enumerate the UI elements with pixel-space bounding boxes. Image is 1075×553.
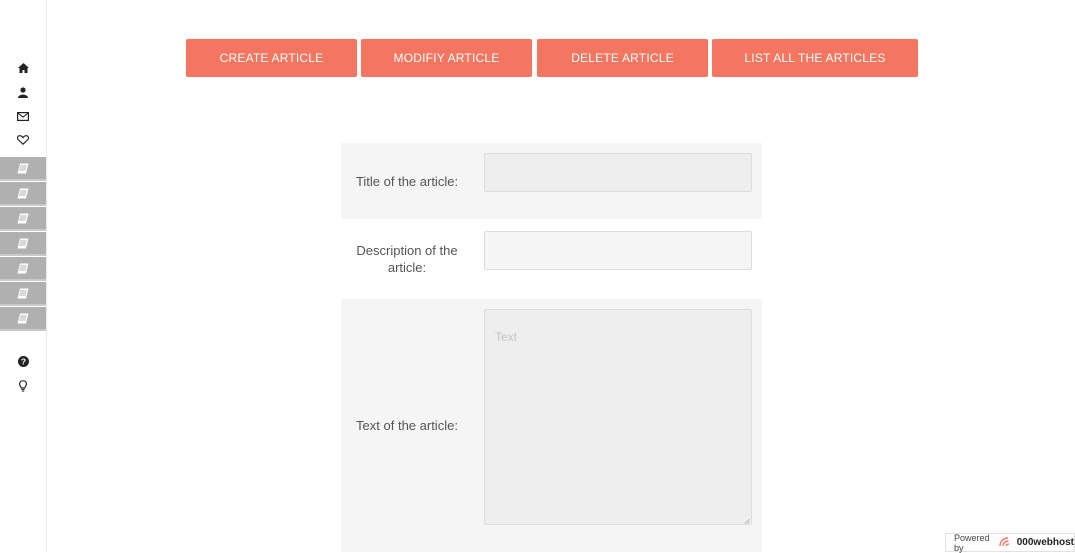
article-icon bbox=[17, 213, 29, 224]
sidebar-article-3[interactable] bbox=[0, 207, 46, 231]
description-label: Description of the article: bbox=[356, 243, 458, 275]
envelope-icon[interactable] bbox=[0, 104, 46, 128]
article-icon bbox=[17, 288, 29, 299]
modify-article-button[interactable]: MODIFIY ARTICLE bbox=[361, 39, 532, 77]
delete-article-button[interactable]: DELETE ARTICLE bbox=[537, 39, 708, 77]
description-input[interactable] bbox=[484, 231, 752, 270]
question-circle-icon[interactable]: ? bbox=[0, 349, 46, 373]
resize-handle[interactable] bbox=[744, 518, 750, 524]
article-icon bbox=[17, 163, 29, 174]
article-icon bbox=[17, 313, 29, 324]
title-label: Title of the article: bbox=[355, 173, 459, 189]
list-articles-button[interactable]: LIST ALL THE ARTICLES bbox=[712, 39, 918, 77]
sidebar-article-5[interactable] bbox=[0, 257, 46, 281]
lightbulb-icon[interactable] bbox=[0, 374, 46, 398]
text-row: Text of the article: bbox=[341, 299, 762, 552]
svg-text:?: ? bbox=[20, 356, 25, 366]
title-row: Title of the article: bbox=[341, 143, 762, 219]
text-textarea[interactable] bbox=[484, 309, 752, 525]
heart-icon[interactable] bbox=[0, 128, 46, 152]
sidebar-article-2[interactable] bbox=[0, 182, 46, 206]
text-label: Text of the article: bbox=[356, 418, 458, 433]
sidebar-article-1[interactable] bbox=[0, 157, 46, 181]
article-icon bbox=[17, 263, 29, 274]
webhost-logo-icon bbox=[998, 536, 1014, 549]
powered-by-text: Powered by bbox=[954, 532, 990, 553]
title-input[interactable] bbox=[484, 153, 752, 192]
sidebar: ? bbox=[0, 0, 47, 552]
article-icon bbox=[17, 238, 29, 249]
sidebar-article-7[interactable] bbox=[0, 307, 46, 331]
home-icon[interactable] bbox=[0, 56, 46, 80]
webhost-brand: 000webhost bbox=[1016, 537, 1074, 548]
description-row: Description of the article: bbox=[341, 219, 762, 299]
powered-by-badge[interactable]: Powered by 000webhost bbox=[945, 532, 1075, 553]
article-icon bbox=[17, 188, 29, 199]
sidebar-article-4[interactable] bbox=[0, 232, 46, 256]
sidebar-article-6[interactable] bbox=[0, 282, 46, 306]
user-icon[interactable] bbox=[0, 80, 46, 104]
create-article-button[interactable]: CREATE ARTICLE bbox=[186, 39, 357, 77]
